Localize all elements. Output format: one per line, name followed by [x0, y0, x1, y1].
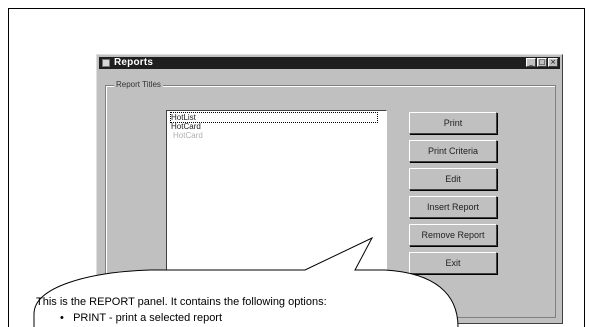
- page: Reports _ □ × Report Titles HotList HotC…: [0, 0, 594, 327]
- bullet-icon: •: [60, 312, 64, 324]
- insert-report-button[interactable]: Insert Report: [409, 196, 497, 218]
- print-button[interactable]: Print: [409, 112, 497, 134]
- remove-report-button[interactable]: Remove Report: [409, 224, 497, 246]
- edit-button[interactable]: Edit: [409, 168, 497, 190]
- list-item-hotcard[interactable]: HotCard: [171, 122, 386, 131]
- list-item-hotlist[interactable]: HotList: [170, 112, 378, 123]
- minimize-button[interactable]: _: [526, 58, 536, 67]
- exit-button[interactable]: Exit: [409, 252, 497, 274]
- print-criteria-button[interactable]: Print Criteria: [409, 140, 497, 162]
- report-titles-list[interactable]: HotList HotCard HotCard: [166, 110, 387, 280]
- window-app-icon: [102, 59, 110, 67]
- callout-print-option: • PRINT - print a selected report: [60, 310, 222, 326]
- titlebar[interactable]: Reports _ □ ×: [99, 57, 560, 69]
- faint-list-text: HotCard: [173, 131, 203, 140]
- reports-window: Reports _ □ × Report Titles HotList HotC…: [96, 54, 563, 324]
- report-titles-group: Report Titles HotList HotCard HotCard Pr…: [105, 80, 556, 318]
- group-label: Report Titles: [114, 80, 163, 90]
- window-title: Reports: [114, 57, 154, 68]
- report-actions: Print Print Criteria Edit Insert Report …: [409, 112, 497, 274]
- window-controls: _ □ ×: [526, 58, 558, 67]
- callout-intro: This is the REPORT panel. It contains th…: [36, 296, 327, 308]
- callout-print-text: PRINT - print a selected report: [73, 312, 223, 324]
- maximize-button[interactable]: □: [537, 58, 547, 67]
- close-button[interactable]: ×: [548, 58, 558, 67]
